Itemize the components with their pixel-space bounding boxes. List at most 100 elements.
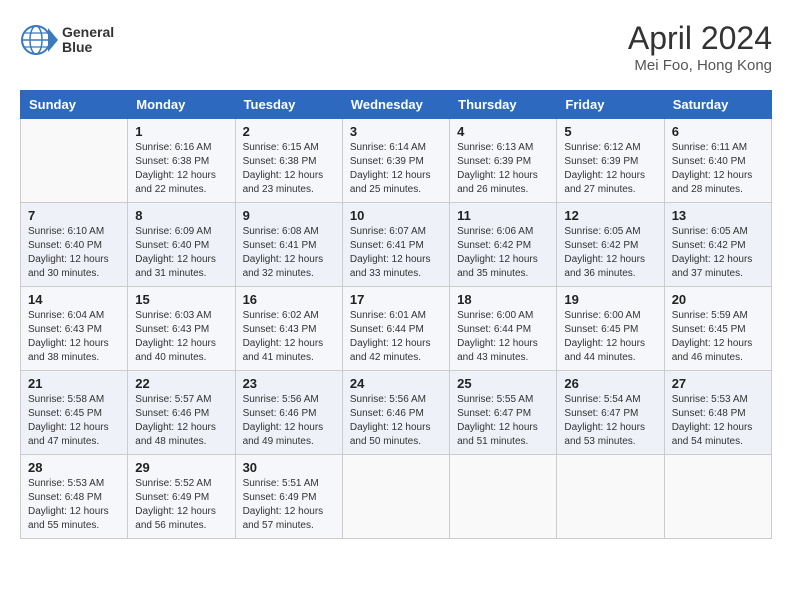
table-row xyxy=(342,455,449,539)
table-row: 25Sunrise: 5:55 AM Sunset: 6:47 PM Dayli… xyxy=(450,371,557,455)
day-number: 28 xyxy=(28,460,120,475)
day-number: 17 xyxy=(350,292,442,307)
calendar-header-thursday: Thursday xyxy=(450,91,557,119)
table-row xyxy=(450,455,557,539)
day-info: Sunrise: 5:58 AM Sunset: 6:45 PM Dayligh… xyxy=(28,393,120,449)
table-row xyxy=(21,119,128,203)
day-info: Sunrise: 5:59 AM Sunset: 6:45 PM Dayligh… xyxy=(672,309,764,365)
day-number: 14 xyxy=(28,292,120,307)
day-number: 22 xyxy=(135,376,227,391)
calendar-header-wednesday: Wednesday xyxy=(342,91,449,119)
day-info: Sunrise: 5:53 AM Sunset: 6:48 PM Dayligh… xyxy=(28,477,120,533)
table-row: 4Sunrise: 6:13 AM Sunset: 6:39 PM Daylig… xyxy=(450,119,557,203)
logo-text: General Blue xyxy=(62,25,114,56)
day-info: Sunrise: 5:57 AM Sunset: 6:46 PM Dayligh… xyxy=(135,393,227,449)
table-row: 17 Sunrise: 6:01 AM Sunset: 6:44 PM Dayli… xyxy=(342,287,449,371)
day-number: 29 xyxy=(135,460,227,475)
page: General Blue April 2024 Mei Foo, Hong Ko… xyxy=(0,0,792,549)
day-info: Sunrise: 6:10 AM Sunset: 6:40 PM Dayligh… xyxy=(28,225,120,281)
table-row: 11Sunrise: 6:06 AM Sunset: 6:42 PM Dayli… xyxy=(450,203,557,287)
day-info: Sunrise: 6:12 AM Sunset: 6:39 PM Dayligh… xyxy=(564,141,656,197)
day-number: 10 xyxy=(350,208,442,223)
table-row: 9Sunrise: 6:08 AM Sunset: 6:41 PM Daylig… xyxy=(235,203,342,287)
day-info: Sunrise: 5:53 AM Sunset: 6:48 PM Dayligh… xyxy=(672,393,764,449)
table-row: 16Sunrise: 6:02 AM Sunset: 6:43 PM Dayli… xyxy=(235,287,342,371)
day-number: 21 xyxy=(28,376,120,391)
table-row: 27Sunrise: 5:53 AM Sunset: 6:48 PM Dayli… xyxy=(664,371,771,455)
day-info: Sunrise: 6:03 AM Sunset: 6:43 PM Dayligh… xyxy=(135,309,227,365)
table-row: 6 Sunrise: 6:11 AM Sunset: 6:40 PM Daylig… xyxy=(664,119,771,203)
day-info: Sunrise: 6:13 AM Sunset: 6:39 PM Dayligh… xyxy=(457,141,549,197)
day-info: Sunrise: 6:16 AM Sunset: 6:38 PM Dayligh… xyxy=(135,141,227,197)
page-subtitle: Mei Foo, Hong Kong xyxy=(628,57,772,74)
table-row: 20 Sunrise: 5:59 AM Sunset: 6:45 PM Dayli… xyxy=(664,287,771,371)
table-row: 22 Sunrise: 5:57 AM Sunset: 6:46 PM Dayli… xyxy=(128,371,235,455)
day-number: 6 xyxy=(672,124,764,139)
calendar-week-2: 7 Sunrise: 6:10 AM Sunset: 6:40 PM Daylig… xyxy=(21,203,772,287)
day-number: 1 xyxy=(135,124,227,139)
table-row: 28 Sunrise: 5:53 AM Sunset: 6:48 PM Dayli… xyxy=(21,455,128,539)
table-row: 7 Sunrise: 6:10 AM Sunset: 6:40 PM Daylig… xyxy=(21,203,128,287)
calendar-table: SundayMondayTuesdayWednesdayThursdayFrid… xyxy=(20,90,772,539)
day-number: 5 xyxy=(564,124,656,139)
day-number: 9 xyxy=(243,208,335,223)
day-number: 24 xyxy=(350,376,442,391)
calendar-week-5: 28 Sunrise: 5:53 AM Sunset: 6:48 PM Dayli… xyxy=(21,455,772,539)
table-row: 8Sunrise: 6:09 AM Sunset: 6:40 PM Daylig… xyxy=(128,203,235,287)
header: General Blue April 2024 Mei Foo, Hong Ko… xyxy=(20,20,772,74)
day-number: 26 xyxy=(564,376,656,391)
day-number: 18 xyxy=(457,292,549,307)
table-row: 30 Sunrise: 5:51 AM Sunset: 6:49 PM Dayli… xyxy=(235,455,342,539)
day-number: 13 xyxy=(672,208,764,223)
title-block: April 2024 Mei Foo, Hong Kong xyxy=(628,20,772,74)
day-number: 11 xyxy=(457,208,549,223)
day-info: Sunrise: 6:00 AM Sunset: 6:45 PM Dayligh… xyxy=(564,309,656,365)
day-info: Sunrise: 6:00 AM Sunset: 6:44 PM Dayligh… xyxy=(457,309,549,365)
day-info: Sunrise: 6:14 AM Sunset: 6:39 PM Dayligh… xyxy=(350,141,442,197)
table-row: 3 Sunrise: 6:14 AM Sunset: 6:39 PM Daylig… xyxy=(342,119,449,203)
table-row: 21 Sunrise: 5:58 AM Sunset: 6:45 PM Dayli… xyxy=(21,371,128,455)
day-info: Sunrise: 5:51 AM Sunset: 6:49 PM Dayligh… xyxy=(243,477,335,533)
calendar-header-saturday: Saturday xyxy=(664,91,771,119)
day-number: 23 xyxy=(243,376,335,391)
calendar-week-3: 14 Sunrise: 6:04 AM Sunset: 6:43 PM Dayli… xyxy=(21,287,772,371)
day-info: Sunrise: 6:09 AM Sunset: 6:40 PM Dayligh… xyxy=(135,225,227,281)
day-number: 20 xyxy=(672,292,764,307)
calendar-week-4: 21 Sunrise: 5:58 AM Sunset: 6:45 PM Dayli… xyxy=(21,371,772,455)
day-info: Sunrise: 5:56 AM Sunset: 6:46 PM Dayligh… xyxy=(350,393,442,449)
day-info: Sunrise: 6:11 AM Sunset: 6:40 PM Dayligh… xyxy=(672,141,764,197)
table-row: 23 Sunrise: 5:56 AM Sunset: 6:46 PM Dayli… xyxy=(235,371,342,455)
day-info: Sunrise: 6:04 AM Sunset: 6:43 PM Dayligh… xyxy=(28,309,120,365)
table-row: 12Sunrise: 6:05 AM Sunset: 6:42 PM Dayli… xyxy=(557,203,664,287)
page-title: April 2024 xyxy=(628,20,772,57)
calendar-header-friday: Friday xyxy=(557,91,664,119)
day-info: Sunrise: 5:55 AM Sunset: 6:47 PM Dayligh… xyxy=(457,393,549,449)
day-info: Sunrise: 6:15 AM Sunset: 6:38 PM Dayligh… xyxy=(243,141,335,197)
calendar-header-monday: Monday xyxy=(128,91,235,119)
day-number: 19 xyxy=(564,292,656,307)
day-number: 16 xyxy=(243,292,335,307)
calendar-header-row: SundayMondayTuesdayWednesdayThursdayFrid… xyxy=(21,91,772,119)
table-row: 13Sunrise: 6:05 AM Sunset: 6:42 PM Dayli… xyxy=(664,203,771,287)
day-number: 3 xyxy=(350,124,442,139)
table-row: 19 Sunrise: 6:00 AM Sunset: 6:45 PM Dayli… xyxy=(557,287,664,371)
day-number: 30 xyxy=(243,460,335,475)
day-info: Sunrise: 5:52 AM Sunset: 6:49 PM Dayligh… xyxy=(135,477,227,533)
table-row xyxy=(664,455,771,539)
logo: General Blue xyxy=(20,20,114,60)
table-row xyxy=(557,455,664,539)
table-row: 29 Sunrise: 5:52 AM Sunset: 6:49 PM Dayli… xyxy=(128,455,235,539)
day-number: 15 xyxy=(135,292,227,307)
calendar-header-tuesday: Tuesday xyxy=(235,91,342,119)
table-row: 26 Sunrise: 5:54 AM Sunset: 6:47 PM Dayli… xyxy=(557,371,664,455)
calendar-header-sunday: Sunday xyxy=(21,91,128,119)
table-row: 15 Sunrise: 6:03 AM Sunset: 6:43 PM Dayli… xyxy=(128,287,235,371)
day-number: 7 xyxy=(28,208,120,223)
logo-line1: General xyxy=(62,25,114,40)
day-number: 12 xyxy=(564,208,656,223)
day-info: Sunrise: 5:54 AM Sunset: 6:47 PM Dayligh… xyxy=(564,393,656,449)
day-info: Sunrise: 6:01 AM Sunset: 6:44 PM Dayligh… xyxy=(350,309,442,365)
day-info: Sunrise: 5:56 AM Sunset: 6:46 PM Dayligh… xyxy=(243,393,335,449)
table-row: 24 Sunrise: 5:56 AM Sunset: 6:46 PM Dayli… xyxy=(342,371,449,455)
logo-icon xyxy=(20,20,58,60)
